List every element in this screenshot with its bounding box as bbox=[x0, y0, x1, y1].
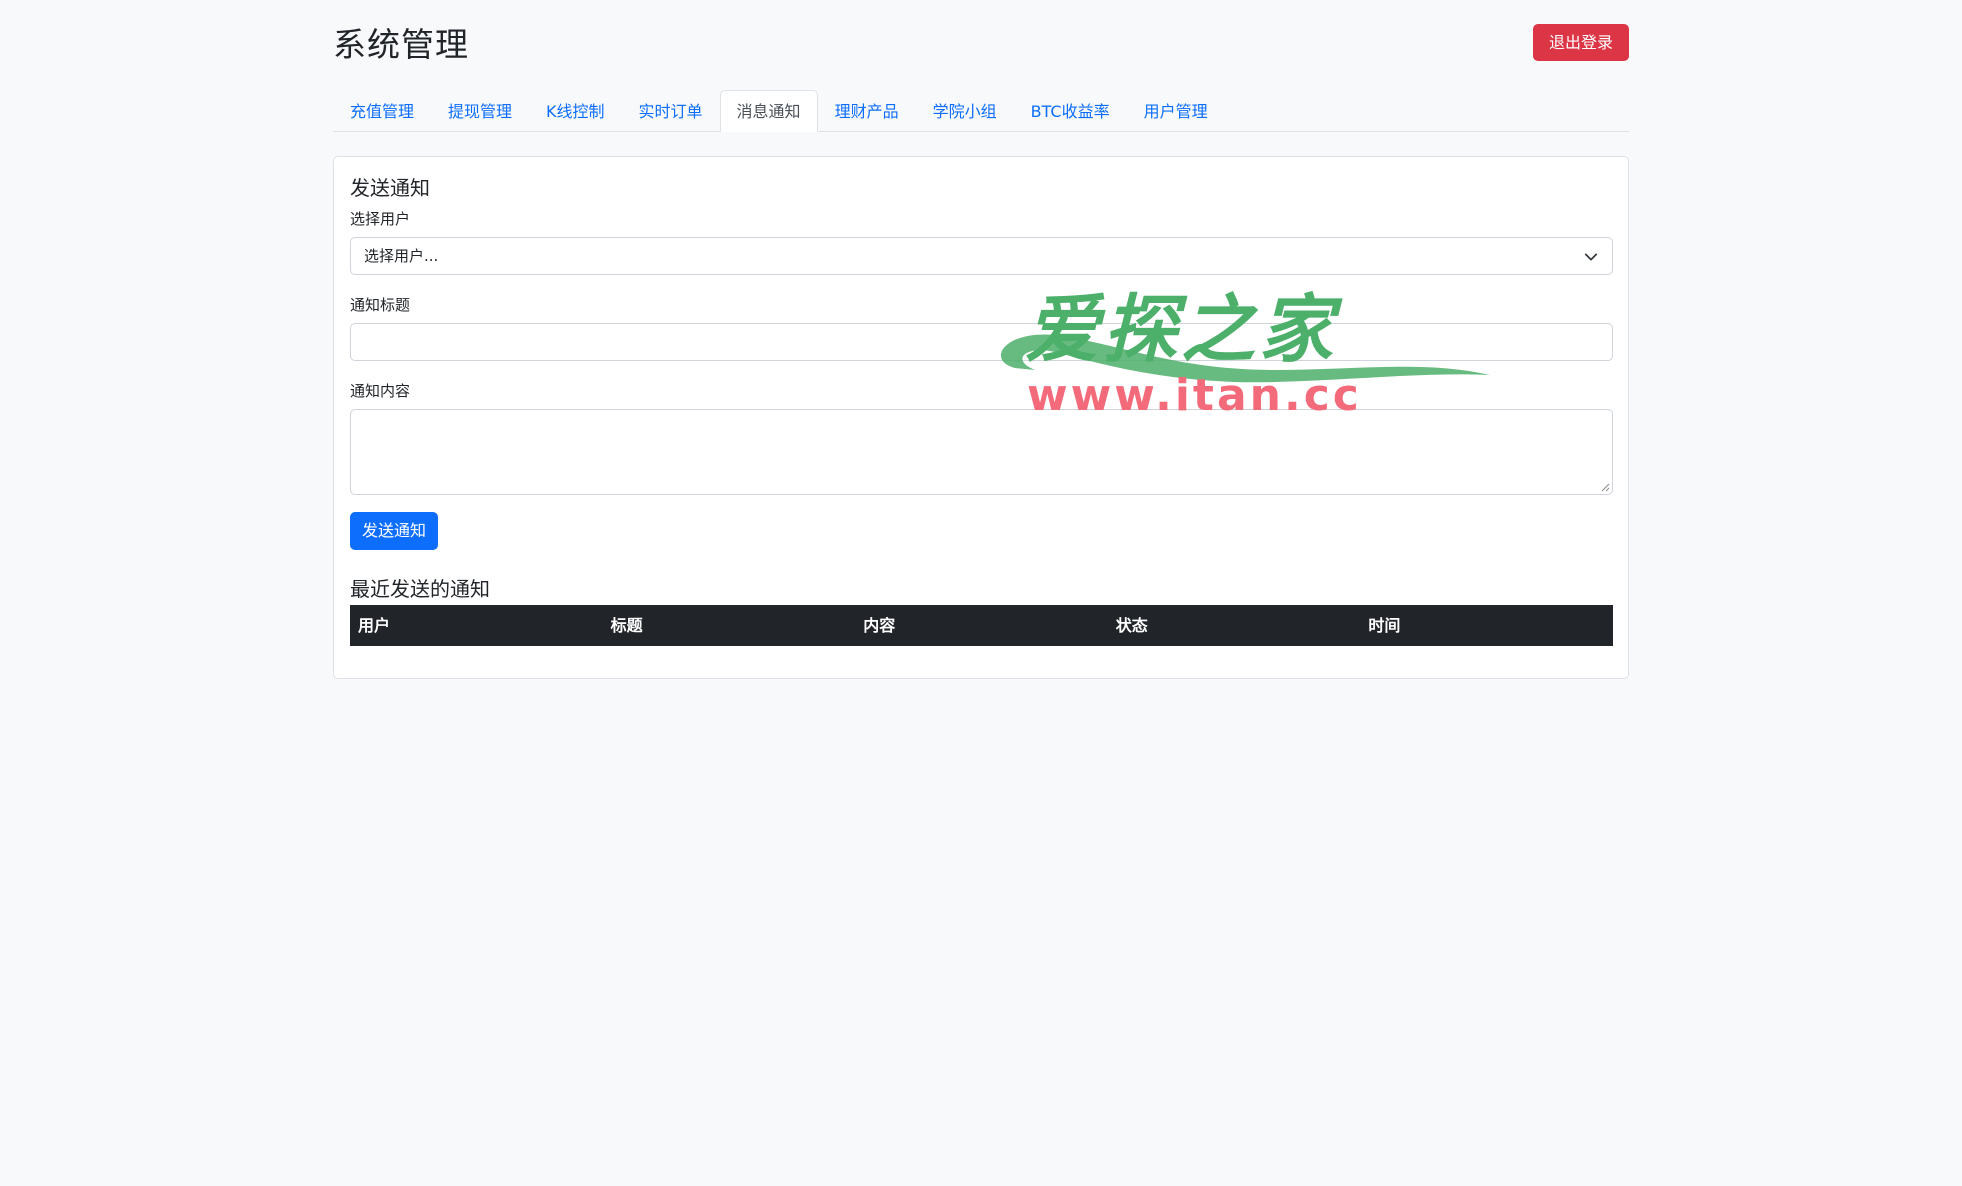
page-title: 系统管理 bbox=[333, 25, 469, 64]
column-header-user: 用户 bbox=[358, 616, 391, 635]
tab-users[interactable]: 用户管理 bbox=[1127, 90, 1225, 132]
column-header-status: 状态 bbox=[1115, 616, 1148, 635]
resize-grip-icon[interactable] bbox=[1600, 482, 1610, 492]
tab-groups[interactable]: 学院小组 bbox=[916, 90, 1014, 132]
column-header-content: 内容 bbox=[863, 616, 896, 635]
watermark-url: www.itan.cc bbox=[1027, 370, 1362, 421]
logout-button[interactable]: 退出登录 bbox=[1532, 24, 1629, 61]
tab-notifications[interactable]: 消息通知 bbox=[719, 90, 818, 132]
main-container: 系统管理 退出登录 充值管理 提现管理 K线控制 实时订单 消息通知 理财产品 … bbox=[333, 0, 1629, 679]
recent-notifications-title: 最近发送的通知 bbox=[350, 577, 490, 601]
tab-products[interactable]: 理财产品 bbox=[818, 90, 916, 132]
column-header-title: 标题 bbox=[610, 616, 643, 635]
tab-orders[interactable]: 实时订单 bbox=[622, 90, 720, 132]
nav-tabs: 充值管理 提现管理 K线控制 实时订单 消息通知 理财产品 学院小组 BTC收益… bbox=[333, 90, 1629, 132]
watermark: 爱探之家 www.itan.cc bbox=[975, 270, 1495, 421]
tab-recharge[interactable]: 充值管理 bbox=[333, 90, 431, 132]
content-field-label: 通知内容 bbox=[350, 382, 411, 400]
send-notification-button[interactable]: 发送通知 bbox=[350, 512, 439, 550]
title-field-label: 通知标题 bbox=[350, 296, 411, 314]
user-select-label: 选择用户 bbox=[350, 210, 411, 228]
header: 系统管理 退出登录 bbox=[333, 0, 1629, 90]
chevron-down-icon bbox=[1584, 253, 1598, 261]
table-header: 用户 标题 内容 状态 时间 bbox=[350, 605, 1613, 646]
user-select-value: 选择用户... bbox=[364, 247, 439, 265]
column-header-time: 时间 bbox=[1368, 616, 1401, 635]
content-textarea[interactable] bbox=[350, 409, 1613, 495]
watermark-text: 爱探之家 bbox=[1025, 287, 1337, 373]
card-title: 发送通知 bbox=[350, 176, 430, 200]
tab-kline[interactable]: K线控制 bbox=[529, 90, 622, 132]
tab-withdraw[interactable]: 提现管理 bbox=[431, 90, 529, 132]
tab-btc-yield[interactable]: BTC收益率 bbox=[1014, 90, 1127, 132]
